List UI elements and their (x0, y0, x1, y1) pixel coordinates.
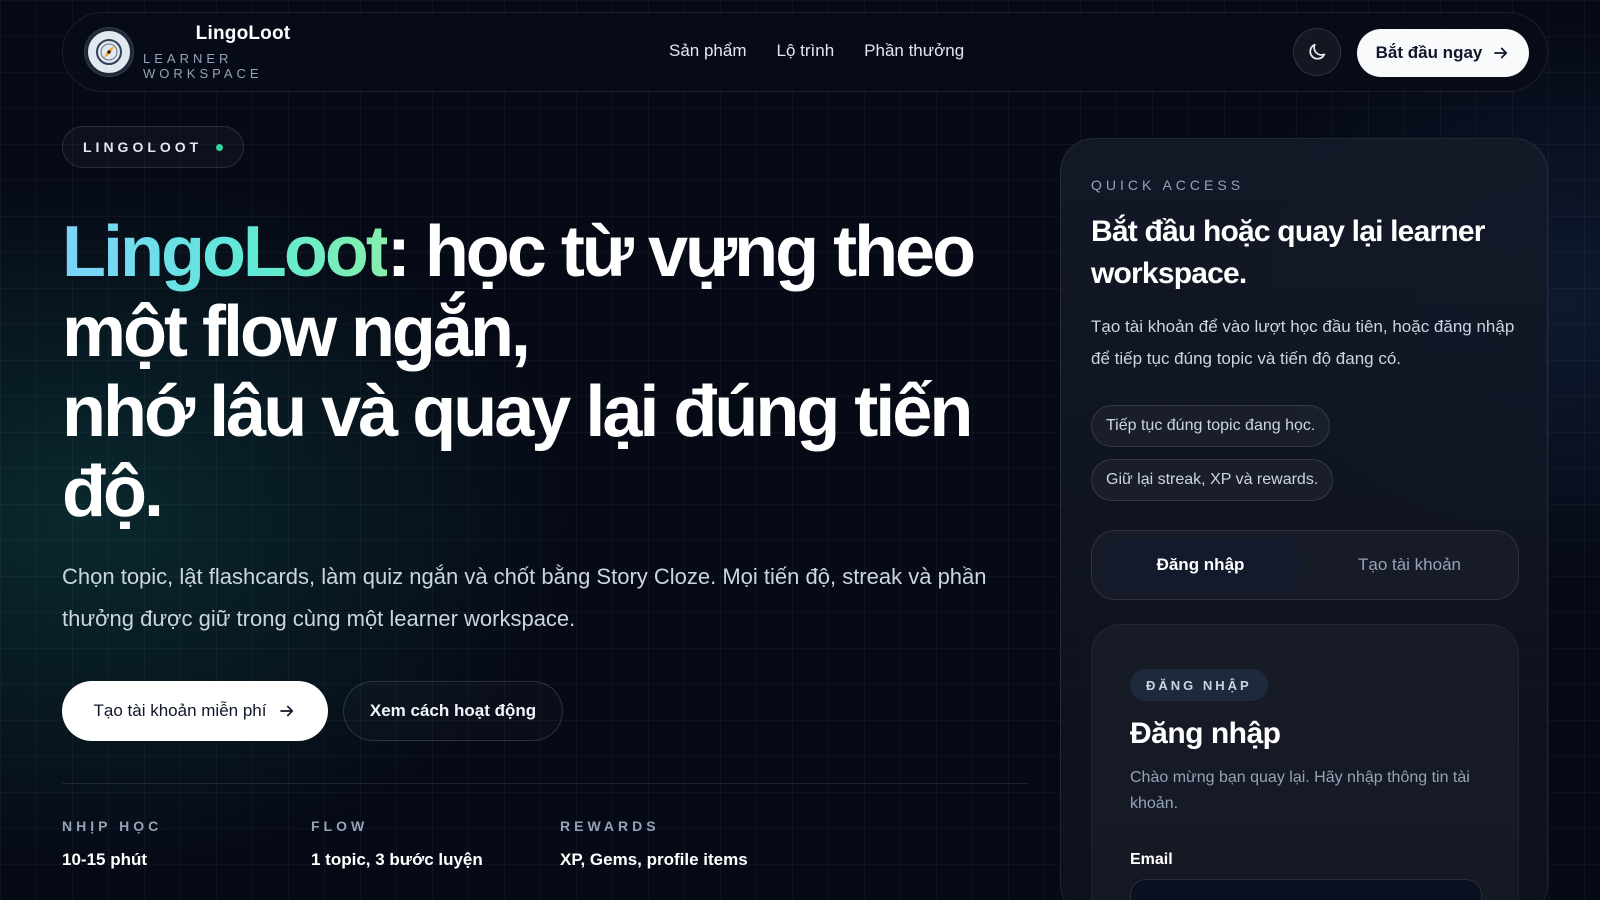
moon-icon (1309, 43, 1326, 60)
stat-label: REWARDS (560, 818, 660, 834)
nav-link-roadmap[interactable]: Lộ trình (777, 41, 835, 61)
tab-login[interactable]: Đăng nhập (1100, 539, 1301, 591)
brand-name: LingoLoot (195, 23, 291, 44)
top-navbar: LingoLoot LEARNER WORKSPACE Sản phẩm Lộ … (62, 12, 1548, 92)
quick-access-label: QUICK ACCESS (1091, 177, 1245, 193)
see-how-it-works-button[interactable]: Xem cách hoạt động (343, 681, 563, 741)
quick-access-panel: QUICK ACCESS Bắt đầu hoặc quay lại learn… (1060, 138, 1548, 900)
start-now-label: Bắt đầu ngay (1375, 43, 1483, 62)
start-now-button[interactable]: Bắt đầu ngay (1357, 29, 1529, 77)
tab-register[interactable]: Tạo tài khoản (1309, 539, 1510, 591)
auth-tabs: Đăng nhập Tạo tài khoản (1091, 530, 1519, 600)
hero-pill-label: LINGOLOOT (83, 139, 203, 155)
quick-access-description: Tạo tài khoản để vào lượt học đầu tiên, … (1091, 317, 1515, 368)
stat-value: XP, Gems, profile items (560, 850, 748, 869)
login-badge: ĐĂNG NHẬP (1130, 669, 1268, 701)
benefit-chip: Giữ lại streak, XP và rewards. (1091, 459, 1334, 501)
hero-title-line2: nhớ lâu và quay lại đúng tiến độ. (62, 372, 973, 532)
stat-value: 1 topic, 3 bước luyện (311, 850, 483, 869)
brand[interactable]: LingoLoot LEARNER WORKSPACE (143, 23, 343, 81)
stat-flow: FLOW 1 topic, 3 bước luyện (311, 818, 483, 870)
hero-pill: LINGOLOOT (62, 126, 245, 168)
hero-description: Chọn topic, lật flashcards, làm quiz ngắ… (62, 564, 987, 631)
nav-link-products[interactable]: Sản phẩm (669, 41, 747, 61)
email-input[interactable] (1130, 879, 1482, 900)
nav-link-rewards[interactable]: Phần thưởng (864, 41, 964, 61)
stat-label: NHỊP HỌC (62, 818, 163, 834)
stat-rewards: REWARDS XP, Gems, profile items (560, 818, 748, 870)
nav-links: Sản phẩm Lộ trình Phần thưởng (669, 41, 964, 61)
benefit-chip: Tiếp tục đúng topic đang học. (1091, 405, 1331, 447)
compass-logo-icon[interactable] (85, 28, 133, 76)
stat-pace: NHỊP HỌC 10-15 phút (62, 818, 162, 870)
login-form-card: ĐĂNG NHẬP Đăng nhập Chào mừng bạn quay l… (1091, 624, 1519, 900)
quick-access-title: Bắt đầu hoặc quay lại learner workspace. (1091, 215, 1485, 290)
arrow-right-icon (280, 705, 294, 717)
login-title: Đăng nhập (1130, 717, 1281, 750)
theme-toggle-button[interactable] (1293, 28, 1341, 76)
stat-label: FLOW (311, 818, 369, 834)
hero-divider (62, 783, 1028, 784)
hero-title: LingoLoot: học từ vựng theo một flow ngắ… (62, 212, 1002, 532)
arrow-right-icon (1494, 47, 1508, 59)
create-free-account-button[interactable]: Tạo tài khoản miễn phí (62, 681, 328, 741)
stat-value: 10-15 phút (62, 850, 148, 869)
email-label: Email (1130, 851, 1173, 868)
brand-subtitle: LEARNER WORKSPACE (143, 51, 263, 81)
status-dot (216, 143, 224, 151)
create-free-account-label: Tạo tài khoản miễn phí (93, 701, 267, 720)
login-description: Chào mừng bạn quay lại. Hãy nhập thông t… (1130, 769, 1470, 812)
hero-title-highlight: LingoLoot (62, 212, 390, 292)
